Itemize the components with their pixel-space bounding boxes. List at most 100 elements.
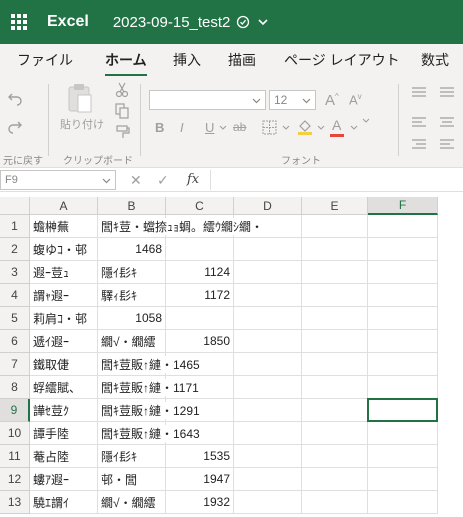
chevron-down-icon[interactable] [350, 123, 358, 131]
cell-d9[interactable] [234, 399, 302, 422]
paste-icon[interactable] [66, 82, 94, 114]
row-header[interactable]: 1 [0, 215, 30, 238]
cancel-button[interactable]: ✕ [130, 172, 142, 189]
cell-f7[interactable] [368, 353, 438, 376]
cell-a13[interactable]: 驍ｴ謂ｲ [30, 491, 98, 514]
cell-e11[interactable] [302, 445, 368, 468]
align-middle-icon[interactable] [439, 86, 455, 100]
row-header[interactable]: 13 [0, 491, 30, 514]
copy-icon[interactable] [115, 103, 129, 119]
cell-d12[interactable] [234, 468, 302, 491]
cell-b10[interactable]: 閭ｷ荳販↑縺・1643 [98, 422, 200, 445]
cell-d7[interactable] [234, 353, 302, 376]
cell-e1[interactable] [302, 215, 368, 238]
cell-a2[interactable]: 蝮ゆｺ・邨 [30, 238, 98, 261]
cell-a11[interactable]: 菴占陸 [30, 445, 98, 468]
row-header[interactable]: 12 [0, 468, 30, 491]
row-header[interactable]: 5 [0, 307, 30, 330]
spreadsheet-grid[interactable]: A B C D E F 1 蟾榊蕪 閭ｷ荳・蟷捺ｭｮ蜩。繧ｳ繝ｼ繝・ 2 蝮ゆｺ・邨 1468 3 遐ｰ荳… [0, 197, 463, 517]
cell-e12[interactable] [302, 468, 368, 491]
row-header[interactable]: 11 [0, 445, 30, 468]
column-header-c[interactable]: C [166, 197, 234, 215]
name-box[interactable]: F9 [0, 170, 116, 190]
decrease-font-size-button[interactable]: Av [349, 92, 362, 107]
cell-a7[interactable]: 鐵取倢 [30, 353, 98, 376]
chevron-down-icon[interactable] [317, 123, 325, 131]
cell-b6[interactable]: 繝√・繝繧 [98, 330, 166, 353]
cell-b13[interactable]: 繝√・繝繧 [98, 491, 166, 514]
cell-f13[interactable] [368, 491, 438, 514]
cell-e8[interactable] [302, 376, 368, 399]
redo-icon[interactable] [7, 118, 23, 134]
app-launcher-icon[interactable] [11, 14, 27, 30]
cell-e3[interactable] [302, 261, 368, 284]
cell-b2[interactable]: 1468 [98, 238, 166, 261]
cell-f11[interactable] [368, 445, 438, 468]
cut-icon[interactable] [115, 82, 129, 98]
cell-b7[interactable]: 閭ｷ荳販↑縺・1465 [98, 353, 200, 376]
row-header[interactable]: 10 [0, 422, 30, 445]
row-header[interactable]: 2 [0, 238, 30, 261]
increase-font-size-button[interactable]: A^ [325, 92, 339, 109]
row-header[interactable]: 3 [0, 261, 30, 284]
chevron-down-icon[interactable] [219, 123, 227, 131]
column-header-e[interactable]: E [302, 197, 368, 215]
format-painter-icon[interactable] [115, 124, 131, 140]
cell-f4[interactable] [368, 284, 438, 307]
cell-c12[interactable]: 1947 [166, 468, 234, 491]
cell-e6[interactable] [302, 330, 368, 353]
cell-a6[interactable]: 遞ｲ遐ｰ [30, 330, 98, 353]
cell-a8[interactable]: 蜉繧賦、 [30, 376, 98, 399]
column-header-f[interactable]: F [368, 197, 438, 215]
bold-button[interactable]: B [155, 120, 164, 135]
align-left-icon[interactable] [411, 116, 427, 130]
tab-insert[interactable]: 挿入 [173, 50, 201, 70]
cell-f3[interactable] [368, 261, 438, 284]
cell-b8[interactable]: 閭ｷ荳販↑縺・1171 [98, 376, 199, 399]
cell-c11[interactable]: 1535 [166, 445, 234, 468]
cell-a4[interactable]: 謂ｬ遐ｰ [30, 284, 98, 307]
cell-f1[interactable] [368, 215, 438, 238]
enter-button[interactable]: ✓ [157, 172, 169, 189]
cell-c2[interactable] [166, 238, 234, 261]
align-top-icon[interactable] [411, 86, 427, 100]
cell-c6[interactable]: 1850 [166, 330, 234, 353]
column-header-b[interactable]: B [98, 197, 166, 215]
underline-button[interactable]: U [205, 120, 214, 135]
tab-page-layout[interactable]: ページ レイアウト [284, 50, 400, 70]
cell-e10[interactable] [302, 422, 368, 445]
tab-formulas[interactable]: 数式 [421, 50, 449, 70]
cell-e7[interactable] [302, 353, 368, 376]
cell-f12[interactable] [368, 468, 438, 491]
cell-c3[interactable]: 1124 [166, 261, 234, 284]
font-size-select[interactable]: 12 [269, 90, 316, 110]
row-header[interactable]: 6 [0, 330, 30, 353]
chevron-down-icon[interactable] [282, 123, 290, 131]
cell-f8[interactable] [368, 376, 438, 399]
align-center-icon[interactable] [439, 116, 455, 130]
cell-f10[interactable] [368, 422, 438, 445]
cell-a5[interactable]: 莉肩ｺ・邨 [30, 307, 98, 330]
cell-d5[interactable] [234, 307, 302, 330]
row-header[interactable]: 9 [0, 399, 30, 422]
cell-b4[interactable]: 驛ｨ髟ｷ [98, 284, 166, 307]
row-header[interactable]: 8 [0, 376, 30, 399]
indent-icon[interactable] [411, 138, 427, 152]
cell-f5[interactable] [368, 307, 438, 330]
font-color-button[interactable]: A [332, 117, 341, 133]
cell-d8[interactable] [234, 376, 302, 399]
cell-e5[interactable] [302, 307, 368, 330]
font-name-select[interactable] [149, 90, 266, 110]
cell-e9[interactable] [302, 399, 368, 422]
row-header[interactable]: 4 [0, 284, 30, 307]
row-header[interactable]: 7 [0, 353, 30, 376]
cell-e2[interactable] [302, 238, 368, 261]
tab-home[interactable]: ホーム [105, 50, 147, 77]
fill-color-icon[interactable] [296, 118, 314, 136]
cell-c4[interactable]: 1172 [166, 284, 234, 307]
cell-d11[interactable] [234, 445, 302, 468]
borders-icon[interactable] [262, 120, 277, 135]
cell-f9[interactable] [368, 399, 438, 422]
cell-f6[interactable] [368, 330, 438, 353]
tab-file[interactable]: ファイル [17, 50, 73, 70]
